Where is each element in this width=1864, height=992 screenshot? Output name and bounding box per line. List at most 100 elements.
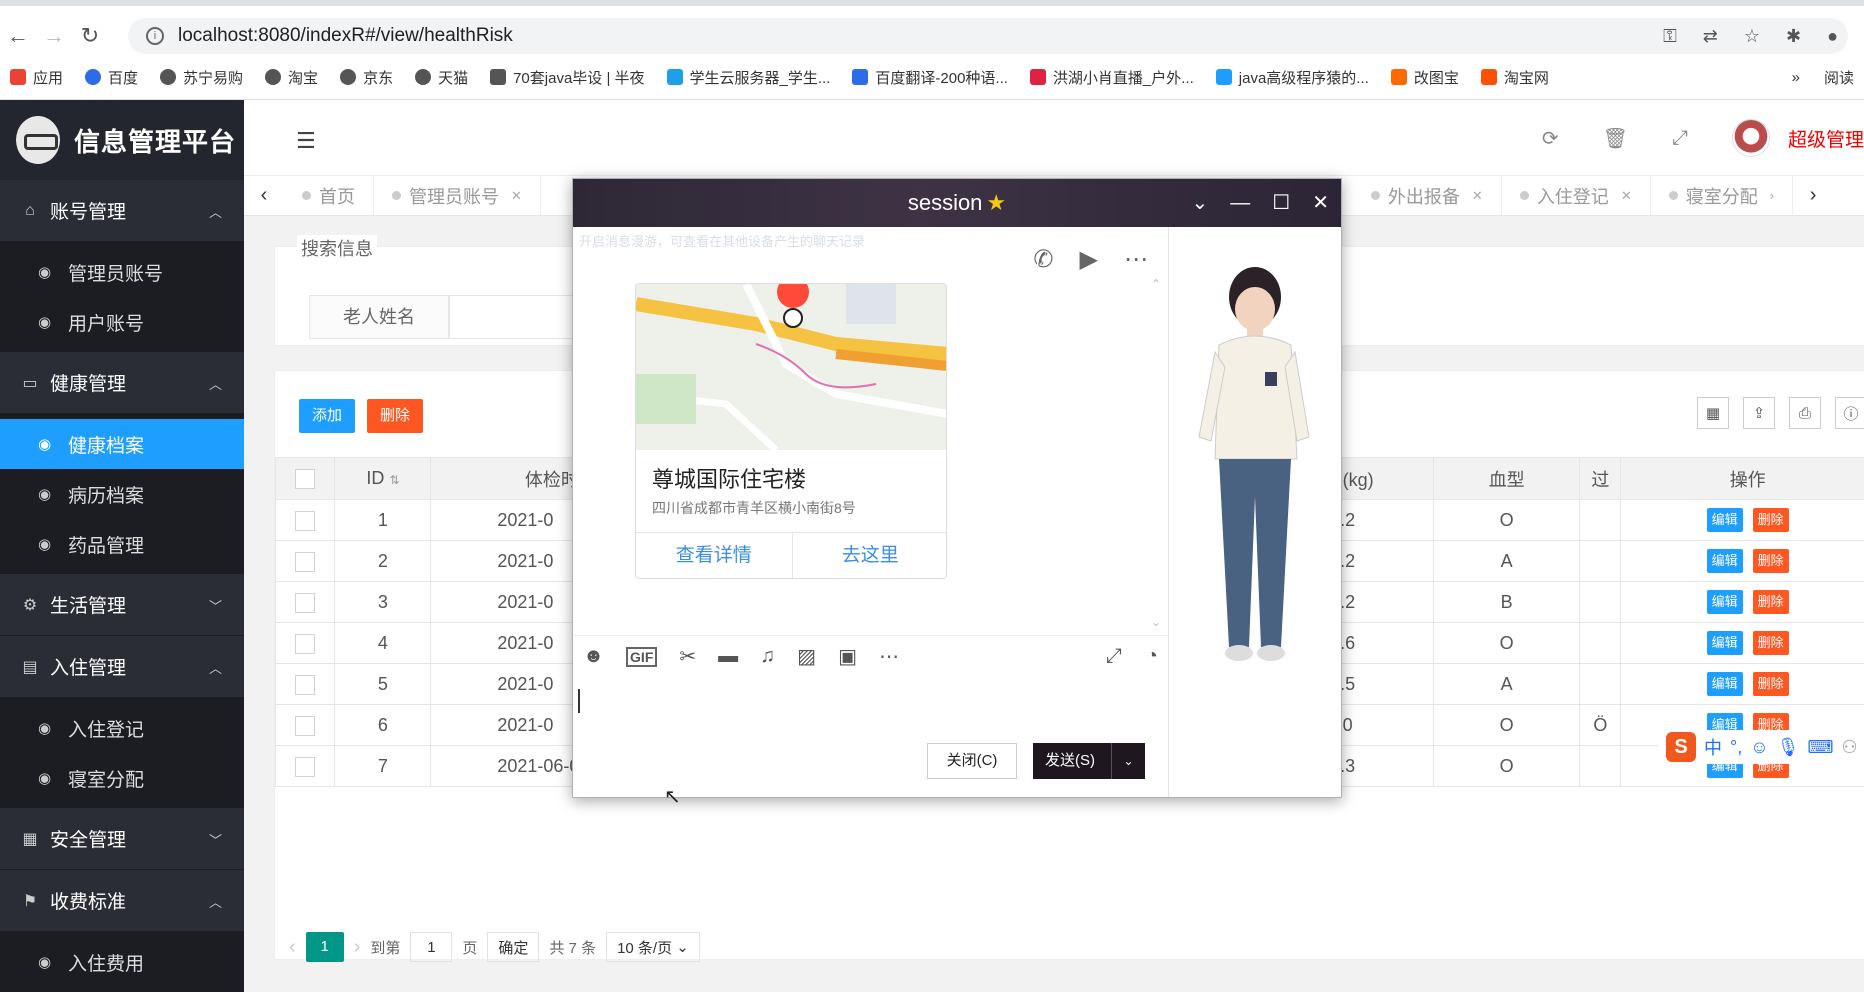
- menu-group[interactable]: ⌂ 账号管理 ︿: [0, 180, 244, 242]
- message-input[interactable]: [573, 677, 1168, 797]
- map-preview[interactable]: [636, 284, 946, 453]
- dropdown-icon[interactable]: ⌄: [1192, 179, 1209, 227]
- current-page[interactable]: 1: [305, 932, 344, 962]
- row-select-cell[interactable]: [274, 499, 336, 541]
- image-icon[interactable]: ▨: [797, 644, 816, 669]
- menu-group[interactable]: ▤ 入住管理 ︿: [0, 636, 244, 698]
- bookmark-item[interactable]: 应用: [10, 67, 63, 88]
- row-delete-button[interactable]: 删除: [1752, 508, 1789, 532]
- edit-button[interactable]: 编辑: [1706, 549, 1743, 573]
- ime-mode[interactable]: 中: [1704, 734, 1722, 760]
- back-icon[interactable]: ←: [0, 23, 36, 49]
- bookmark-item[interactable]: 百度: [85, 67, 138, 88]
- punct-icon[interactable]: °,: [1730, 737, 1742, 758]
- url-bar[interactable]: i localhost:8080/indexR#/view/healthRisk…: [128, 18, 1848, 54]
- row-delete-button[interactable]: 删除: [1752, 631, 1789, 655]
- mic-icon[interactable]: 🎙: [1777, 737, 1800, 758]
- history-icon[interactable]: ◔: [1146, 645, 1158, 668]
- next-page-icon[interactable]: ›: [354, 936, 361, 959]
- send-options-icon[interactable]: ⌄: [1111, 743, 1145, 779]
- row-checkbox[interactable]: [295, 756, 316, 777]
- row-checkbox[interactable]: [295, 510, 316, 531]
- bookmark-item[interactable]: 百度翻译-200种语...: [852, 67, 1008, 88]
- bookmark-item[interactable]: 淘宝: [265, 67, 318, 88]
- key-icon[interactable]: ⚿: [1663, 26, 1677, 47]
- edit-button[interactable]: 编辑: [1706, 590, 1743, 614]
- row-select-cell[interactable]: [274, 663, 336, 705]
- fullscreen-icon[interactable]: ⤢: [1672, 127, 1688, 150]
- row-select-cell[interactable]: [274, 581, 336, 623]
- row-select-cell[interactable]: [274, 622, 336, 664]
- menu-group[interactable]: ▦ 安全管理 ﹀: [0, 808, 244, 870]
- prev-page-icon[interactable]: ‹: [289, 936, 296, 959]
- tab-admin[interactable]: 管理员账号 ✕: [374, 175, 541, 216]
- reload-icon[interactable]: ↻: [72, 23, 108, 49]
- sidebar-item[interactable]: ◉ 药品管理: [0, 519, 244, 569]
- menu-toggle-icon[interactable]: ☰: [296, 128, 316, 154]
- keyboard-icon[interactable]: ⌨: [1807, 737, 1833, 758]
- row-delete-button[interactable]: 删除: [1752, 672, 1789, 696]
- extensions-icon[interactable]: ✱: [1786, 26, 1801, 47]
- gif-icon[interactable]: GIF: [626, 646, 658, 667]
- tab-checkin[interactable]: 入住登记 ✕: [1502, 175, 1651, 216]
- row-checkbox[interactable]: [295, 551, 316, 572]
- info-icon[interactable]: ⓘ: [1835, 397, 1864, 429]
- screen-icon[interactable]: ▣: [838, 644, 857, 669]
- folder-icon[interactable]: ▬: [718, 645, 738, 668]
- chat-titlebar[interactable]: session ★ ⌄ — ☐ ✕: [573, 179, 1341, 227]
- bookmark-item[interactable]: 70套java毕设 | 半夜: [490, 67, 645, 88]
- bookmark-item[interactable]: 京东: [340, 67, 393, 88]
- send-button[interactable]: 发送(S) ⌄: [1033, 743, 1145, 779]
- translate-icon[interactable]: ⇄: [1703, 26, 1718, 47]
- tab-close-icon[interactable]: ›: [1770, 188, 1774, 203]
- row-checkbox[interactable]: [295, 592, 316, 613]
- edit-button[interactable]: 编辑: [1706, 631, 1743, 655]
- row-delete-button[interactable]: 删除: [1752, 590, 1789, 614]
- video-call-icon[interactable]: ▶: [1080, 245, 1098, 274]
- add-button[interactable]: 添加: [299, 399, 355, 433]
- bookmark-item[interactable]: 天猫: [415, 67, 468, 88]
- tab-home[interactable]: 首页: [284, 175, 374, 216]
- columns-icon[interactable]: ▦: [1697, 397, 1729, 429]
- row-checkbox[interactable]: [295, 674, 316, 695]
- forward-icon[interactable]: →: [36, 23, 72, 49]
- expand-icon[interactable]: ⤢: [1106, 645, 1122, 668]
- voice-call-icon[interactable]: ✆: [1033, 245, 1053, 274]
- tab-close-icon[interactable]: ✕: [1621, 188, 1632, 204]
- row-checkbox[interactable]: [295, 633, 316, 654]
- bookmark-item[interactable]: java高级程序猿的...: [1215, 67, 1369, 88]
- emoji-icon[interactable]: ☺: [1750, 737, 1768, 758]
- sidebar-item[interactable]: ◉ 入住费用: [0, 937, 244, 987]
- ime-toolbar[interactable]: S 中 °, ☺ 🎙 ⌨ ⚇: [1658, 730, 1864, 764]
- profile-icon[interactable]: ●: [1827, 26, 1838, 47]
- menu-group[interactable]: ⚑ 收费标准 ︿: [0, 870, 244, 932]
- info-icon[interactable]: i: [146, 27, 164, 45]
- tab-outing[interactable]: 外出报备 ✕: [1353, 175, 1502, 216]
- bookmark-item[interactable]: 苏宁易购: [160, 67, 243, 88]
- print-icon[interactable]: ⎙: [1789, 397, 1821, 429]
- tab-dorm[interactable]: 寝室分配 ›: [1651, 175, 1794, 216]
- confirm-button[interactable]: 确定: [487, 932, 540, 962]
- sidebar-item[interactable]: ◉ 入住登记: [0, 703, 244, 753]
- edit-button[interactable]: 编辑: [1706, 672, 1743, 696]
- bookmark-item[interactable]: 淘宝网: [1480, 67, 1549, 88]
- tab-close-icon[interactable]: ✕: [1472, 188, 1483, 204]
- row-select-cell[interactable]: [274, 540, 336, 582]
- star-icon[interactable]: ☆: [1744, 26, 1760, 47]
- music-icon[interactable]: ♫: [760, 645, 775, 668]
- minimize-icon[interactable]: —: [1230, 179, 1250, 227]
- col-id[interactable]: ID ⇅: [334, 457, 432, 500]
- row-select-cell[interactable]: [274, 745, 336, 787]
- user-icon[interactable]: ⚇: [1841, 737, 1857, 758]
- sidebar-item[interactable]: ◉ 健康档案: [0, 419, 244, 469]
- sidebar-item[interactable]: ◉ 管理员账号: [0, 247, 244, 297]
- row-select-cell[interactable]: [274, 704, 336, 746]
- more-tools-icon[interactable]: ⋯: [879, 644, 899, 669]
- menu-group[interactable]: ⚙ 生活管理 ﹀: [0, 574, 244, 636]
- row-delete-button[interactable]: 删除: [1752, 549, 1789, 573]
- scissors-icon[interactable]: ✂: [679, 644, 696, 669]
- tabs-prev-icon[interactable]: ‹: [244, 184, 284, 207]
- bookmark-item[interactable]: 学生云服务器_学生...: [666, 67, 830, 88]
- collapse-icon[interactable]: ⌃: [1151, 277, 1161, 291]
- select-all-checkbox[interactable]: [295, 469, 316, 490]
